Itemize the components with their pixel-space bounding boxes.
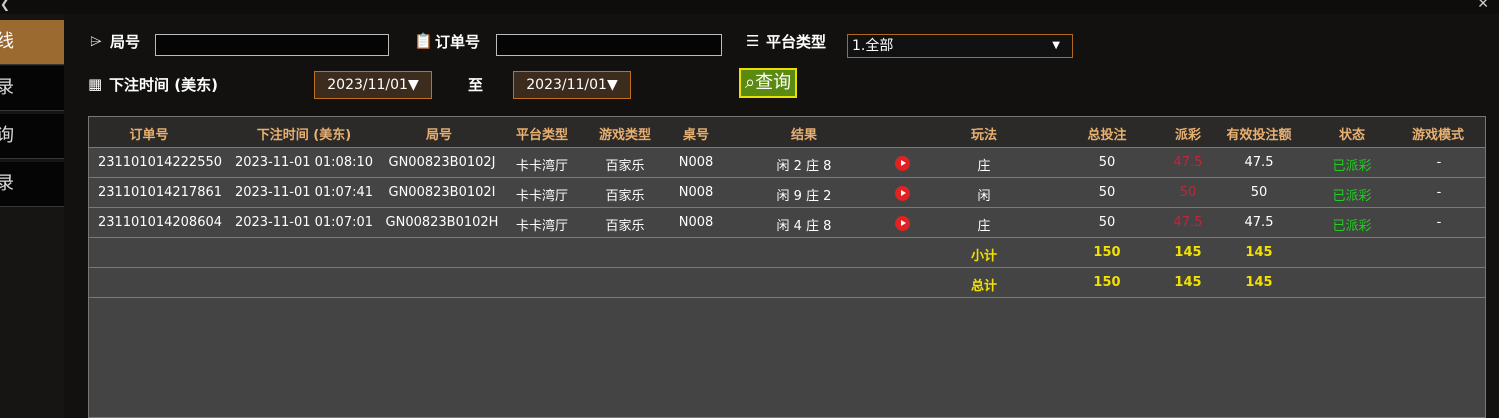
- cell-total-bet: 50: [1098, 155, 1116, 170]
- window-top-bar: ❮ ✕: [0, 0, 1499, 14]
- cell-game-type: 百家乐: [605, 159, 645, 174]
- cell-valid-bet: 47.5: [1244, 215, 1274, 230]
- col-game-type: 游戏类型: [598, 128, 651, 143]
- col-valid-bet: 有效投注额: [1226, 128, 1292, 143]
- cell-bet-time: 2023-11-01 01:07:01: [234, 215, 374, 230]
- col-result: 结果: [790, 128, 817, 143]
- cell-round-no: GN00823B0102H: [385, 215, 499, 230]
- row-divider: [89, 297, 1485, 298]
- platform-select-value: 1.全部: [852, 38, 894, 54]
- cell-payout: 47.5: [1173, 215, 1203, 230]
- table-row[interactable]: 231101014208604 2023-11-01 01:07:01 GN00…: [89, 208, 1485, 237]
- col-table-no: 桌号: [682, 128, 709, 143]
- cell-payout: 47.5: [1173, 155, 1203, 170]
- cell-table-no: N008: [678, 155, 714, 170]
- date-from-picker[interactable]: 2023/11/01▼: [314, 71, 432, 99]
- sidebar-item-2[interactable]: 录: [0, 66, 64, 111]
- subtotal-valid-bet: 145: [1245, 245, 1273, 260]
- col-bet-option: 玩法: [970, 128, 997, 143]
- sidebar-item-3[interactable]: 询: [0, 114, 64, 159]
- order-label: 订单号: [435, 33, 481, 51]
- query-button[interactable]: ⌕查询: [739, 68, 798, 98]
- cell-valid-bet: 47.5: [1244, 155, 1274, 170]
- subtotal-label: 小计: [970, 249, 997, 264]
- to-label: 至: [468, 76, 484, 94]
- cell-status: 已派彩: [1332, 159, 1372, 174]
- cell-bet-option: 闲: [977, 189, 991, 204]
- cell-game-mode: -: [1436, 215, 1442, 230]
- col-round-no: 局号: [425, 128, 452, 143]
- platform-select[interactable]: 1.全部 ▼: [847, 34, 1073, 58]
- total-label: 总计: [970, 279, 997, 294]
- chevron-down-icon: ▼: [1052, 40, 1060, 51]
- round-label: 局号: [110, 33, 141, 51]
- back-icon[interactable]: ❮: [0, 0, 10, 11]
- main-panel: ⌲ 局号 📋 订单号 ☰ 平台类型 1.全部 ▼ ▦ 下注时间 (美东) 202…: [64, 14, 1499, 418]
- cell-total-bet: 50: [1098, 215, 1116, 230]
- subtotal-row: 小计 150 145 145: [89, 238, 1485, 267]
- cell-result: 闲 2 庄 8: [776, 159, 832, 174]
- play-replay-icon[interactable]: [895, 216, 910, 231]
- cell-order-no: 231101014208604: [97, 215, 223, 230]
- results-table: 订单号 下注时间 (美东) 局号 平台类型 游戏类型 桌号 结果 玩法 总投注 …: [88, 116, 1486, 418]
- order-input[interactable]: [496, 34, 722, 56]
- cell-status: 已派彩: [1332, 219, 1372, 234]
- cell-platform: 卡卡湾厅: [515, 159, 568, 174]
- date-to-picker[interactable]: 2023/11/01▼: [513, 71, 631, 99]
- search-icon: ⌕: [745, 72, 756, 93]
- tag-icon: ⌲: [90, 32, 102, 50]
- cell-table-no: N008: [678, 185, 714, 200]
- cell-game-type: 百家乐: [605, 219, 645, 234]
- total-valid-bet: 145: [1245, 275, 1273, 290]
- sidebar: 线 录 询 录: [0, 14, 74, 418]
- col-bet-time: 下注时间 (美东): [256, 128, 352, 143]
- col-payout: 派彩: [1174, 128, 1201, 143]
- sidebar-item-4[interactable]: 录: [0, 162, 64, 207]
- cell-result: 闲 4 庄 8: [776, 219, 832, 234]
- cell-payout: 50: [1179, 185, 1197, 200]
- clipboard-icon: 📋: [414, 32, 433, 50]
- col-order-no: 订单号: [129, 128, 169, 143]
- play-replay-icon[interactable]: [895, 186, 910, 201]
- cell-result: 闲 9 庄 2: [776, 189, 832, 204]
- total-payout: 145: [1174, 275, 1202, 290]
- cell-game-mode: -: [1436, 155, 1442, 170]
- col-total-bet: 总投注: [1087, 128, 1127, 143]
- table-row[interactable]: 231101014222550 2023-11-01 01:08:10 GN00…: [89, 148, 1485, 177]
- cell-bet-option: 庄: [977, 159, 991, 174]
- cell-game-mode: -: [1436, 185, 1442, 200]
- server-icon: ☰: [746, 32, 760, 50]
- calendar-icon: ▦: [88, 75, 103, 93]
- col-game-mode: 游戏模式: [1411, 128, 1464, 143]
- cell-order-no: 231101014222550: [97, 155, 223, 170]
- cell-total-bet: 50: [1098, 185, 1116, 200]
- cell-game-type: 百家乐: [605, 189, 645, 204]
- cell-platform: 卡卡湾厅: [515, 219, 568, 234]
- cell-round-no: GN00823B0102J: [388, 155, 496, 170]
- close-icon[interactable]: ✕: [1477, 0, 1489, 12]
- table-row[interactable]: 231101014217861 2023-11-01 01:07:41 GN00…: [89, 178, 1485, 207]
- cell-bet-time: 2023-11-01 01:07:41: [234, 185, 374, 200]
- cell-bet-time: 2023-11-01 01:08:10: [234, 155, 374, 170]
- subtotal-payout: 145: [1174, 245, 1202, 260]
- round-input[interactable]: [155, 34, 389, 56]
- total-total-bet: 150: [1093, 275, 1121, 290]
- total-row: 总计 150 145 145: [89, 268, 1485, 297]
- cell-table-no: N008: [678, 215, 714, 230]
- col-platform: 平台类型: [515, 128, 568, 143]
- cell-bet-option: 庄: [977, 219, 991, 234]
- sidebar-item-1[interactable]: 线: [0, 20, 74, 65]
- cell-round-no: GN00823B0102I: [388, 185, 496, 200]
- cell-valid-bet: 50: [1250, 185, 1268, 200]
- query-button-label: 查询: [755, 72, 792, 93]
- cell-order-no: 231101014217861: [97, 185, 223, 200]
- col-status: 状态: [1338, 128, 1365, 143]
- platform-label: 平台类型: [766, 33, 827, 51]
- play-replay-icon[interactable]: [895, 156, 910, 171]
- cell-status: 已派彩: [1332, 189, 1372, 204]
- cell-platform: 卡卡湾厅: [515, 189, 568, 204]
- bet-time-label: 下注时间 (美东): [109, 76, 218, 94]
- subtotal-total-bet: 150: [1093, 245, 1121, 260]
- table-header: 订单号 下注时间 (美东) 局号 平台类型 游戏类型 桌号 结果 玩法 总投注 …: [89, 117, 1485, 147]
